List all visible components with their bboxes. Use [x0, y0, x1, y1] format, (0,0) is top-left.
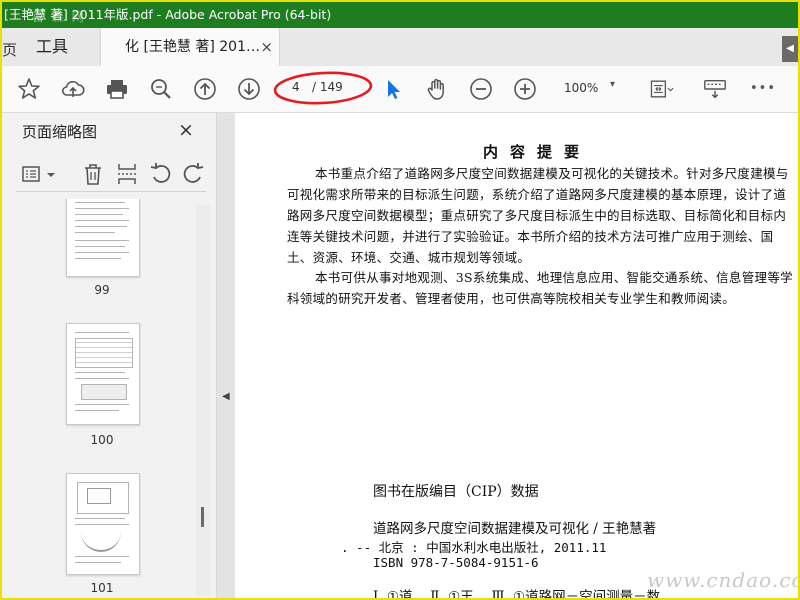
page-thumbnails-panel: 页面缩略图 × 99 100 101: [2, 113, 217, 598]
print-icon[interactable]: [104, 76, 130, 102]
thumbnail-list: 99 100 101: [16, 199, 196, 598]
cip-heading: 图书在版编目（CIP）数据: [373, 484, 539, 500]
thumbnail-label: 100: [90, 433, 114, 447]
zoom-in-icon[interactable]: [512, 76, 538, 102]
thumbnail-page[interactable]: [66, 473, 140, 575]
cip-line: Ⅰ. ①道… Ⅱ. ①王… Ⅲ. ①道路网－空间测量－数: [373, 589, 661, 598]
scrollbar-thumb[interactable]: [201, 507, 204, 527]
tab-tools[interactable]: 工具: [36, 28, 68, 66]
summary-paragraph: 本书重点介绍了道路网多尺度空间数据建模及可视化的关键技术。针对多尺度建模与可视化…: [287, 166, 789, 265]
zoom-level-select[interactable]: 100% ▾: [558, 79, 630, 99]
tab-home-partial[interactable]: 页: [2, 34, 17, 66]
hand-icon[interactable]: [424, 76, 450, 102]
star-icon[interactable]: [16, 76, 42, 102]
cip-line: . -- 北京 : 中国水利水电出版社, 2011.11: [341, 540, 607, 555]
cip-line: ISBN 978-7-5084-9151-6: [373, 555, 539, 570]
insert-page-icon[interactable]: [114, 161, 140, 187]
undo-icon[interactable]: [148, 161, 174, 187]
keyboard-icon[interactable]: [702, 76, 730, 102]
tab-close-button[interactable]: ×: [260, 28, 273, 66]
page-heading: 内容提要: [483, 143, 592, 161]
chevron-down-icon: ▾: [610, 79, 616, 90]
thumbnail-label: 99: [94, 283, 110, 297]
cloud-upload-icon[interactable]: [60, 76, 86, 102]
zoom-search-icon[interactable]: [148, 76, 174, 102]
thumbnail-scrollbar[interactable]: [196, 205, 210, 597]
cip-line: 道路网多尺度空间数据建模及可视化 / 王艳慧著: [373, 521, 657, 537]
title-bar: [王艳慧 著] 2011年版.pdf - Adobe Acrobat Pro (…: [2, 2, 798, 28]
main-toolbar: 4 / 149 100% ▾ •••: [2, 66, 798, 113]
delete-icon[interactable]: [80, 161, 106, 187]
tab-document-label: 化 [王艳慧 著] 201…: [125, 39, 260, 55]
thumbnail-page[interactable]: [66, 323, 140, 425]
panel-close-button[interactable]: ×: [178, 119, 194, 141]
red-annotation-ellipse: [273, 71, 373, 105]
redo-icon[interactable]: [180, 161, 206, 187]
summary-paragraph: 本书可供从事对地观测、3S系统集成、地理信息应用、智能交通系统、信息管理等学科领…: [287, 270, 793, 306]
panel-splitter[interactable]: ◀: [217, 113, 235, 598]
zoom-out-icon[interactable]: [468, 76, 494, 102]
select-arrow-icon[interactable]: [380, 76, 406, 102]
collapse-left-icon[interactable]: ◀: [222, 391, 230, 402]
tab-bar: 页 工具 化 [王艳慧 著] 201… × ◀: [2, 28, 798, 67]
more-icon[interactable]: •••: [750, 76, 780, 102]
collapse-right-pane-button[interactable]: ◀: [782, 36, 798, 62]
page-down-icon[interactable]: [236, 76, 262, 102]
panel-title: 页面缩略图: [22, 123, 98, 141]
fit-page-icon[interactable]: [648, 76, 678, 102]
site-watermark: www.cndao.com: [647, 568, 798, 592]
document-view: 内容提要 本书重点介绍了道路网多尺度空间数据建模及可视化的关键技术。针对多尺度建…: [235, 113, 798, 598]
thumbnail-toolbar: [16, 157, 206, 192]
acrobat-window: [王艳慧 著] 2011年版.pdf - Adobe Acrobat Pro (…: [0, 0, 800, 600]
page-up-icon[interactable]: [192, 76, 218, 102]
thumbnail-page[interactable]: [66, 199, 140, 277]
thumbnail-label: 101: [90, 581, 114, 595]
zoom-level-value: 100%: [564, 81, 599, 95]
tab-document[interactable]: 化 [王艳慧 著] 201… ×: [100, 28, 280, 67]
watermark-logo: 百 森 网: [32, 10, 86, 24]
options-icon[interactable]: [20, 161, 60, 187]
